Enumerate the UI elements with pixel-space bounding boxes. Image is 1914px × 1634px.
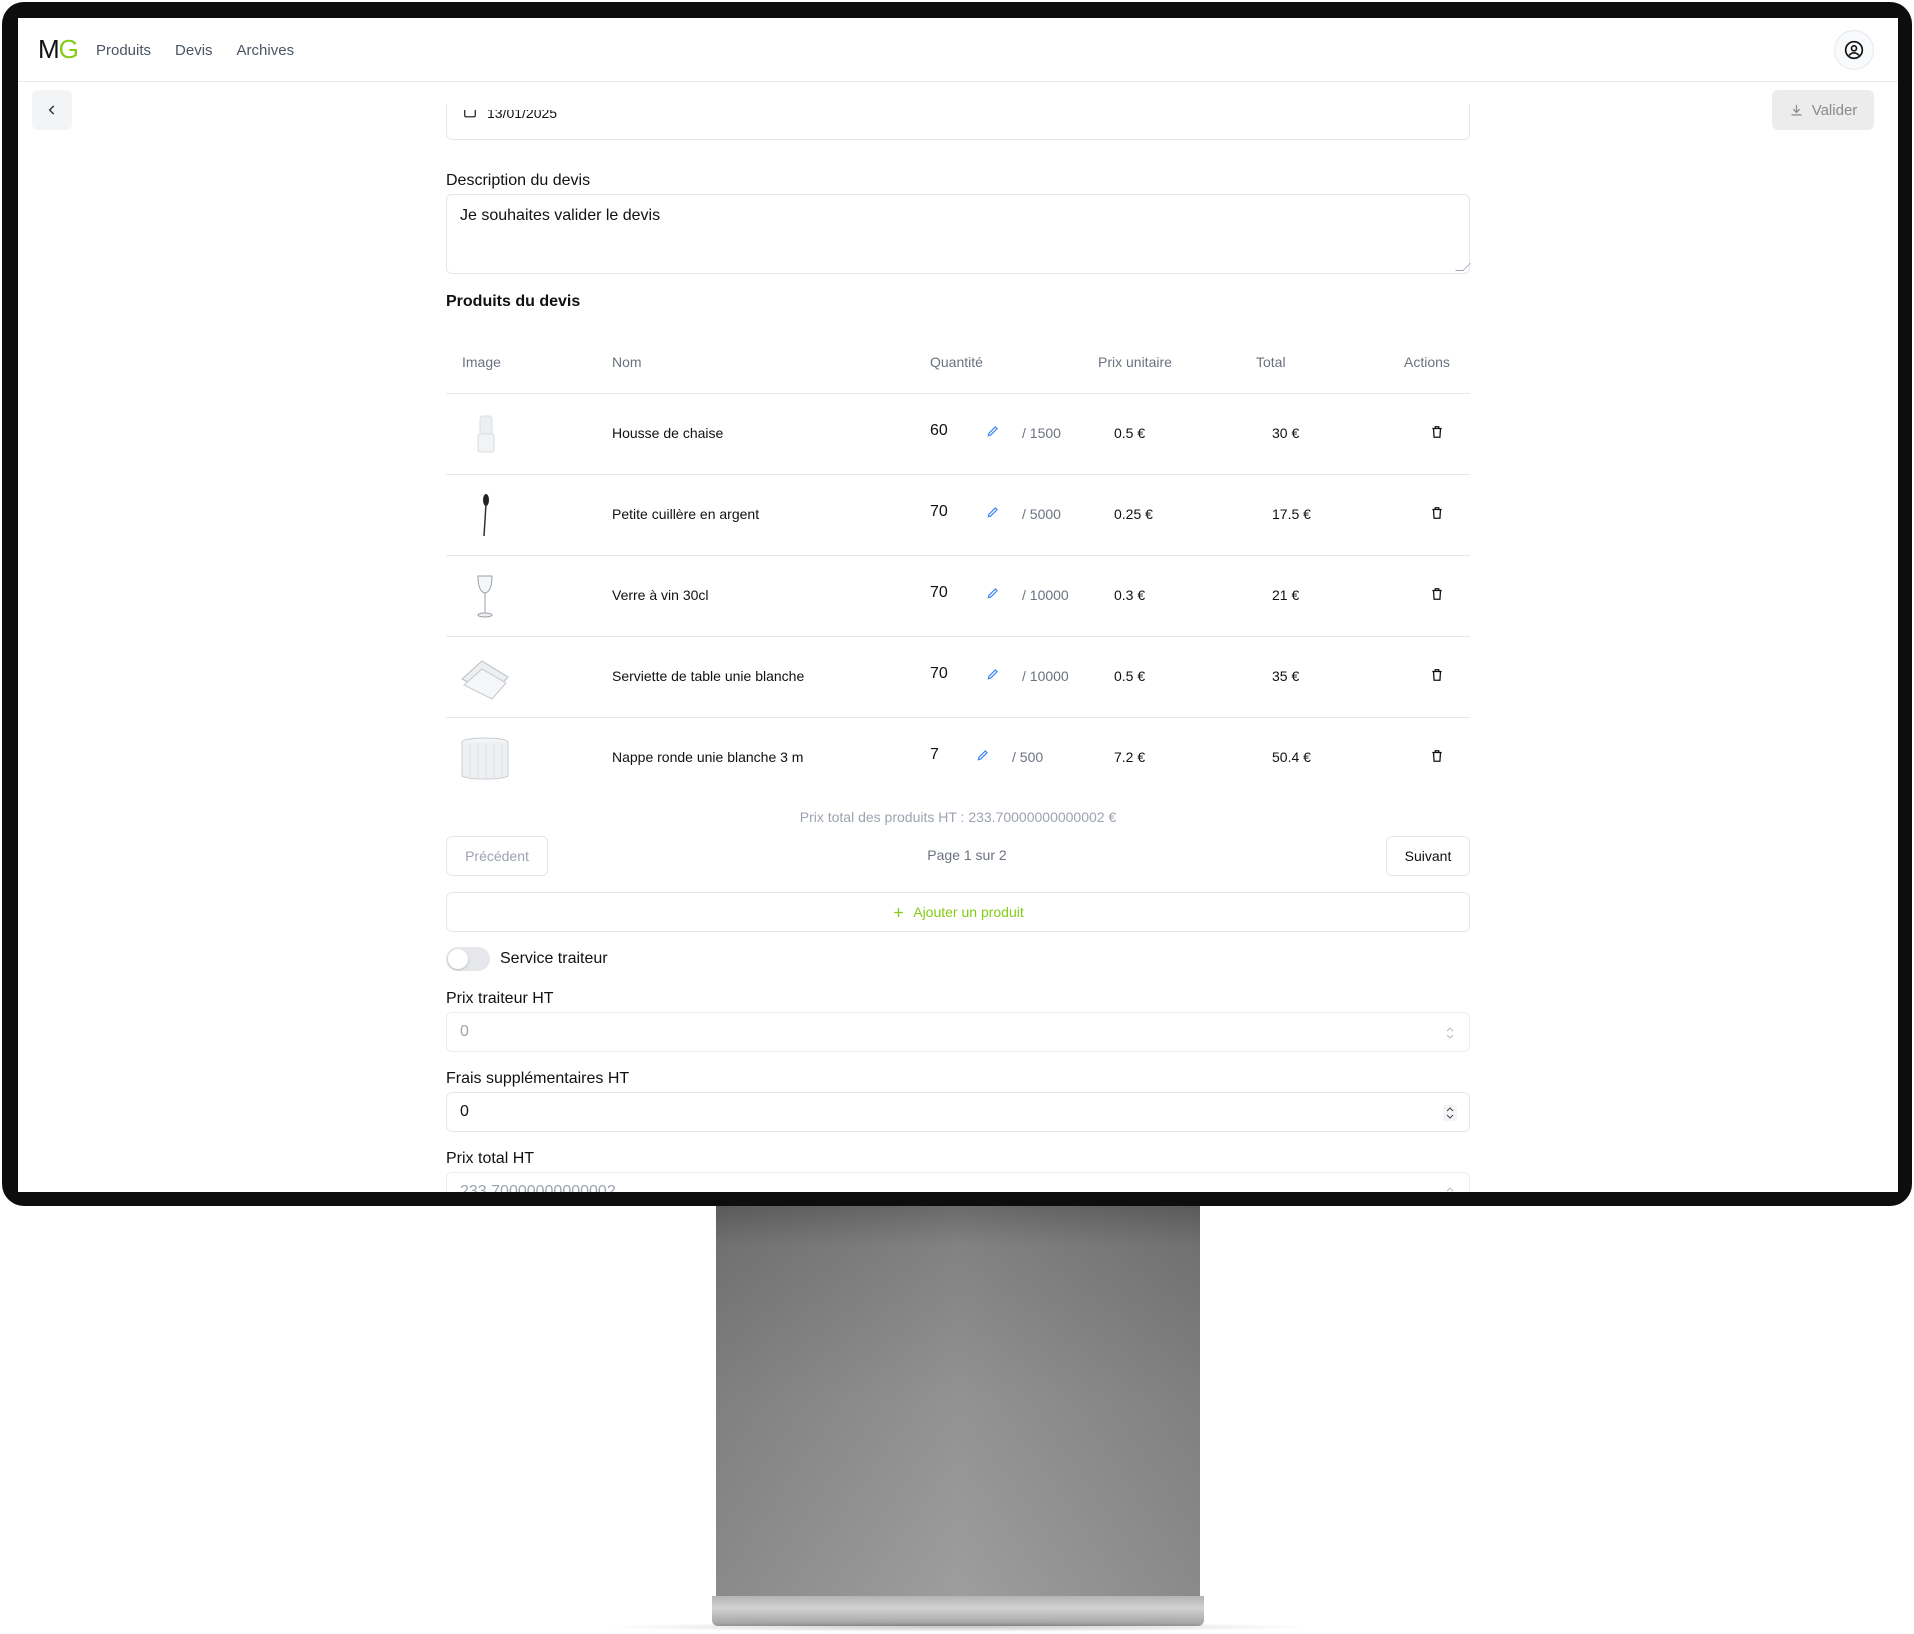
col-total: Total [1256,354,1286,370]
product-image-spoon [460,491,510,541]
product-qty: 60 [930,422,948,439]
user-account-button[interactable] [1834,30,1874,70]
products-table: Image Nom Quantité Prix unitaire Total A… [446,334,1470,799]
page-indicator: Page 1 sur 2 [927,847,1007,863]
download-icon [1791,104,1802,115]
add-product-button[interactable]: Ajouter un produit [446,892,1470,932]
prix-traiteur-label: Prix traiteur HT [446,990,554,1007]
frais-label: Frais supplémentaires HT [446,1070,630,1087]
product-image-tablecloth [460,734,510,784]
product-qty: 70 [930,665,948,682]
chevron-left-icon [48,105,55,115]
product-unit-price: 0.3 € [1114,587,1146,603]
frais-input[interactable]: 0 [446,1092,1470,1132]
description-textarea[interactable]: Je souhaites valider le devis [446,194,1471,274]
prix-total-label: Prix total HT [446,1150,535,1167]
col-prix-unitaire: Prix unitaire [1098,354,1172,370]
pencil-icon[interactable] [986,505,1000,519]
product-qty: 70 [930,584,948,601]
next-page-button[interactable]: Suivant [1386,836,1470,876]
col-quantite: Quantité [930,354,983,370]
product-total: 50.4 € [1272,749,1311,765]
prix-traiteur-input[interactable]: 0 [446,1012,1470,1052]
prix-traiteur-value: 0 [460,1023,469,1040]
product-stock: / 500 [1012,749,1044,765]
table-row: Verre à vin 30cl 70 / 10000 0.3 € 21 € [446,556,1470,637]
product-qty: 7 [930,746,939,763]
validate-label: Valider [1811,101,1858,119]
product-image-wine-glass [460,572,510,622]
product-name: Verre à vin 30cl [612,587,709,603]
nav-produits[interactable]: Produits [96,42,151,59]
trash-icon[interactable] [1430,505,1444,521]
product-unit-price: 7.2 € [1114,749,1146,765]
service-traiteur-label: Service traiteur [500,950,608,967]
date-value: 13/01/2025 [487,110,558,121]
frais-value: 0 [460,1103,469,1120]
product-name: Nappe ronde unie blanche 3 m [612,749,804,765]
product-image-napkin [460,653,510,703]
table-row: Housse de chaise 60 / 1500 0.5 € 30 € [446,394,1470,475]
back-button[interactable] [32,90,72,130]
products-total-text: Prix total des produits HT : 233.7000000… [799,809,1117,825]
product-unit-price: 0.5 € [1114,425,1146,441]
col-actions: Actions [1404,354,1450,370]
description-value: Je souhaites valider le devis [460,207,661,224]
product-image-chair-cover [460,410,510,460]
pencil-icon[interactable] [986,586,1000,600]
trash-icon[interactable] [1430,748,1444,764]
calendar-icon [464,110,476,118]
date-field[interactable]: 13/01/2025 [446,104,1470,140]
col-image: Image [462,354,501,370]
pencil-icon[interactable] [976,748,990,762]
prix-total-input[interactable]: 233.70000000000002 [446,1172,1470,1192]
number-spinner[interactable] [1443,1105,1457,1121]
nav-devis[interactable]: Devis [175,42,213,59]
main-nav: Produits Devis Archives [96,42,294,59]
product-total: 30 € [1272,425,1300,441]
add-product-label: Ajouter un produit [913,904,1024,920]
plus-icon [894,907,904,917]
product-total: 35 € [1272,668,1300,684]
top-navbar: MG Produits Devis Archives [18,18,1898,82]
pencil-icon[interactable] [986,667,1000,681]
resize-handle[interactable] [1455,263,1471,271]
product-name: Housse de chaise [612,425,724,441]
product-unit-price: 0.5 € [1114,668,1146,684]
product-stock: / 1500 [1022,425,1061,441]
product-stock: / 10000 [1022,587,1069,603]
product-stock: / 5000 [1022,506,1061,522]
service-traiteur-toggle[interactable] [446,947,490,971]
pencil-icon[interactable] [986,424,1000,438]
user-circle-icon [1844,40,1864,60]
product-name: Serviette de table unie blanche [612,668,805,684]
prix-total-value: 233.70000000000002 [460,1183,616,1192]
number-spinner[interactable] [1443,1185,1457,1192]
table-row: Serviette de table unie blanche 70 / 100… [446,637,1470,718]
monitor-bezel: MG Produits Devis Archives Valider 13/01… [2,2,1912,1206]
product-name: Petite cuillère en argent [612,506,760,522]
products-section-title: Produits du devis [446,293,581,310]
number-spinner[interactable] [1443,1025,1457,1041]
description-label: Description du devis [446,172,591,189]
trash-icon[interactable] [1430,667,1444,683]
nav-archives[interactable]: Archives [237,42,295,59]
toggle-knob [448,949,468,969]
trash-icon[interactable] [1430,586,1444,602]
monitor-shadow [600,1622,1316,1632]
table-row: Nappe ronde unie blanche 3 m 7 / 500 7.2… [446,718,1470,799]
brand-logo[interactable]: MG [38,34,79,65]
monitor-stand-neck [716,1196,1200,1606]
product-total: 21 € [1272,587,1300,603]
screen: MG Produits Devis Archives Valider 13/01… [18,18,1898,1192]
trash-icon[interactable] [1430,424,1444,440]
validate-button[interactable]: Valider [1772,90,1874,130]
product-unit-price: 0.25 € [1114,506,1153,522]
col-nom: Nom [612,354,642,370]
product-qty: 70 [930,503,948,520]
table-row: Petite cuillère en argent 70 / 5000 0.25… [446,475,1470,556]
table-header: Image Nom Quantité Prix unitaire Total A… [446,334,1470,394]
product-total: 17.5 € [1272,506,1311,522]
product-stock: / 10000 [1022,668,1069,684]
